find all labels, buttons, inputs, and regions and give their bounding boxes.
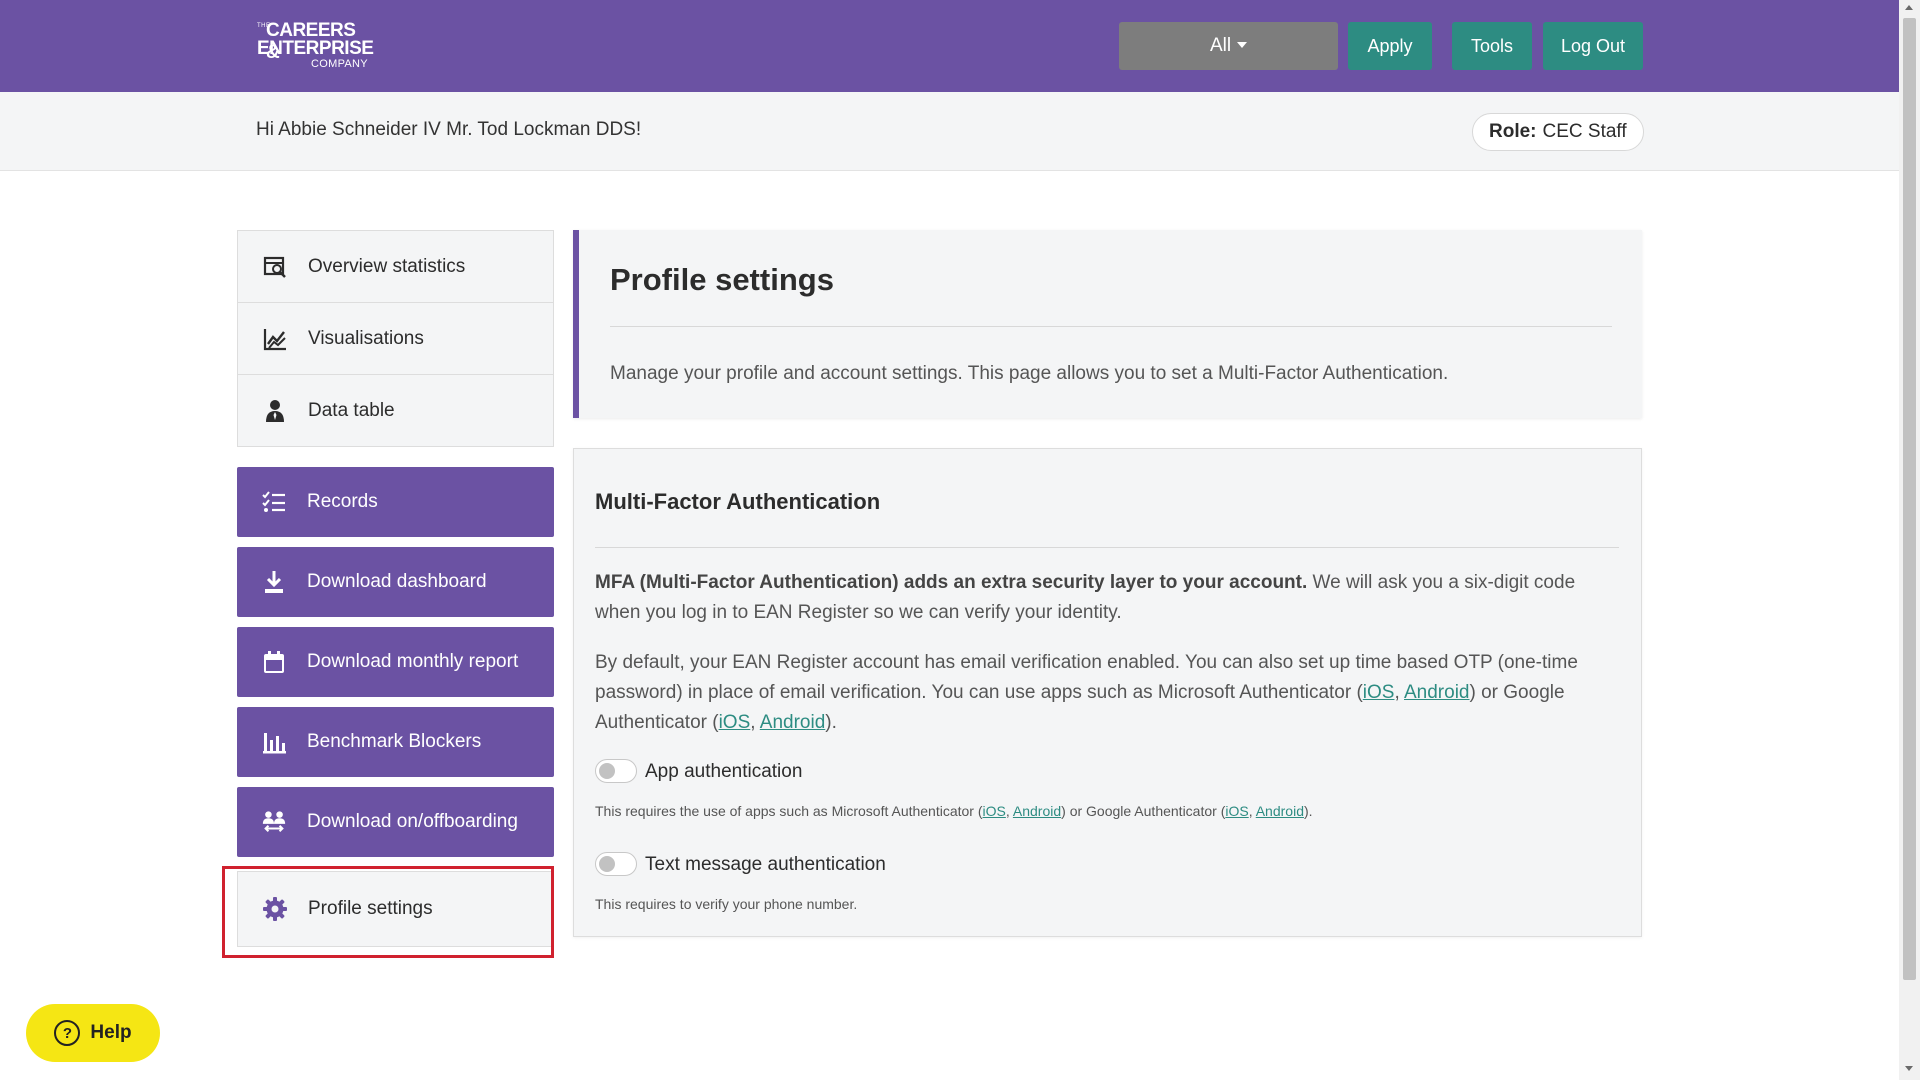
top-bar: THE CAREERS & ENTERPRISE COMPANY All App… <box>0 0 1899 92</box>
link-separator: , <box>1005 803 1013 819</box>
bar-chart-icon <box>261 729 287 755</box>
chart-line-icon <box>262 326 288 352</box>
note-ms-ios-link[interactable]: iOS <box>983 803 1006 819</box>
person-tie-icon <box>262 398 288 424</box>
note-text: ). <box>1303 803 1313 819</box>
mfa-intro-paragraph: MFA (Multi-Factor Authentication) adds a… <box>595 568 1615 628</box>
para2-line3-pre: Authenticator ( <box>595 712 719 733</box>
note-google-android-link[interactable]: Android <box>1256 803 1304 819</box>
people-arrows-icon <box>261 809 287 835</box>
sidebar-item-label: Visualisations <box>308 327 424 349</box>
sidebar-item-data-table[interactable]: Data table <box>237 374 554 447</box>
google-authenticator-android-link[interactable]: Android <box>760 712 826 733</box>
filter-dropdown-label: All <box>1209 35 1232 56</box>
mfa-title: Multi-Factor Authentication <box>595 489 881 514</box>
divider <box>595 547 1619 548</box>
app-authentication-note: This requires the use of apps such as Mi… <box>595 803 1313 819</box>
scroll-up-arrow-icon[interactable] <box>1905 5 1913 10</box>
text-message-authentication-toggle[interactable] <box>595 852 637 876</box>
filter-dropdown-button[interactable]: All <box>1119 22 1338 70</box>
greeting-bar: Hi Abbie Schneider IV Mr. Tod Lockman DD… <box>0 92 1899 171</box>
mfa-panel: Multi-Factor Authentication MFA (Multi-F… <box>573 448 1642 937</box>
help-label: Help <box>90 1022 132 1043</box>
text-message-authentication-note: This requires to verify your phone numbe… <box>595 896 858 912</box>
sidebar-item-label: Records <box>307 491 378 512</box>
google-authenticator-ios-link[interactable]: iOS <box>719 712 751 733</box>
mfa-default-paragraph: By default, your EAN Register account ha… <box>595 648 1615 738</box>
sidebar-item-download-onoffboarding[interactable]: Download on/offboarding <box>237 787 554 857</box>
logout-button[interactable]: Log Out <box>1543 22 1643 70</box>
sidebar-item-label: Overview statistics <box>308 255 466 277</box>
note-ms-android-link[interactable]: Android <box>1013 803 1061 819</box>
sidebar-item-label: Data table <box>308 399 395 421</box>
link-separator: , <box>1394 682 1404 703</box>
mfa-intro-rest-2: when you log in to EAN Register so we ca… <box>595 602 1122 623</box>
careers-enterprise-logo[interactable]: THE CAREERS & ENTERPRISE COMPANY <box>257 20 374 72</box>
profile-settings-panel: Profile settings Manage your profile and… <box>573 230 1642 418</box>
scrollbar-thumb[interactable] <box>1903 18 1916 980</box>
sidebar-item-records[interactable]: Records <box>237 467 554 537</box>
sidebar-item-label: Download dashboard <box>307 571 487 592</box>
list-check-icon <box>261 489 287 515</box>
sidebar-item-label: Download on/offboarding <box>307 811 518 832</box>
sidebar-item-visualisations[interactable]: Visualisations <box>237 302 554 375</box>
chart-search-icon <box>262 254 288 280</box>
greeting-text: Hi Abbie Schneider IV Mr. Tod Lockman DD… <box>256 119 642 140</box>
role-label: Role: <box>1489 121 1537 142</box>
sidebar-item-download-dashboard[interactable]: Download dashboard <box>237 547 554 617</box>
toggle-knob <box>599 856 615 872</box>
note-google-ios-link[interactable]: iOS <box>1225 803 1248 819</box>
question-circle-icon: ? <box>54 1020 81 1046</box>
divider <box>610 326 1612 327</box>
mfa-intro-bold: MFA (Multi-Factor Authentication) adds a… <box>595 572 1308 593</box>
sidebar-item-overview-statistics[interactable]: Overview statistics <box>237 230 554 303</box>
help-button[interactable]: ? Help <box>26 1004 160 1062</box>
download-icon <box>261 569 287 595</box>
scroll-down-arrow-icon[interactable] <box>1905 1066 1913 1071</box>
mfa-intro-rest-1: We will ask you a six-digit code <box>1307 572 1576 593</box>
logo-line-3: COMPANY <box>311 58 368 70</box>
link-separator: , <box>750 712 760 733</box>
toggle-knob <box>599 763 615 779</box>
para2-line1: By default, your EAN Register account ha… <box>595 652 1578 673</box>
text-message-authentication-label: Text message authentication <box>645 854 886 875</box>
sidebar-item-label: Download monthly report <box>307 651 519 672</box>
ms-authenticator-ios-link[interactable]: iOS <box>1363 682 1395 703</box>
app-authentication-label: App authentication <box>645 761 803 782</box>
para2-line3-post: ). <box>825 712 837 733</box>
sidebar-item-download-monthly-report[interactable]: Download monthly report <box>237 627 554 697</box>
para2-line2-pre: password) in place of email verification… <box>595 682 1363 703</box>
vertical-scrollbar[interactable] <box>1899 0 1920 1080</box>
note-text: ) or Google Authenticator ( <box>1061 803 1226 819</box>
page-title: Profile settings <box>610 262 834 297</box>
page-description: Manage your profile and account settings… <box>610 363 1449 384</box>
ms-authenticator-android-link[interactable]: Android <box>1404 682 1470 703</box>
app-authentication-toggle[interactable] <box>595 759 637 783</box>
role-badge: Role: CEC Staff <box>1472 113 1644 151</box>
sidebar-item-benchmark-blockers[interactable]: Benchmark Blockers <box>237 707 554 777</box>
role-value: CEC Staff <box>1542 121 1627 142</box>
link-separator: , <box>1248 803 1256 819</box>
sidebar-item-label: Benchmark Blockers <box>307 731 482 752</box>
selection-highlight-box <box>222 866 554 958</box>
calendar-icon <box>261 649 287 675</box>
tools-button[interactable]: Tools <box>1452 22 1532 70</box>
caret-down-icon <box>1237 42 1248 48</box>
note-text: This requires the use of apps such as Mi… <box>595 803 983 819</box>
apply-button[interactable]: Apply <box>1348 22 1432 70</box>
para2-line2-post: ) or Google <box>1469 682 1565 703</box>
logo-line-2: ENTERPRISE <box>257 38 374 59</box>
